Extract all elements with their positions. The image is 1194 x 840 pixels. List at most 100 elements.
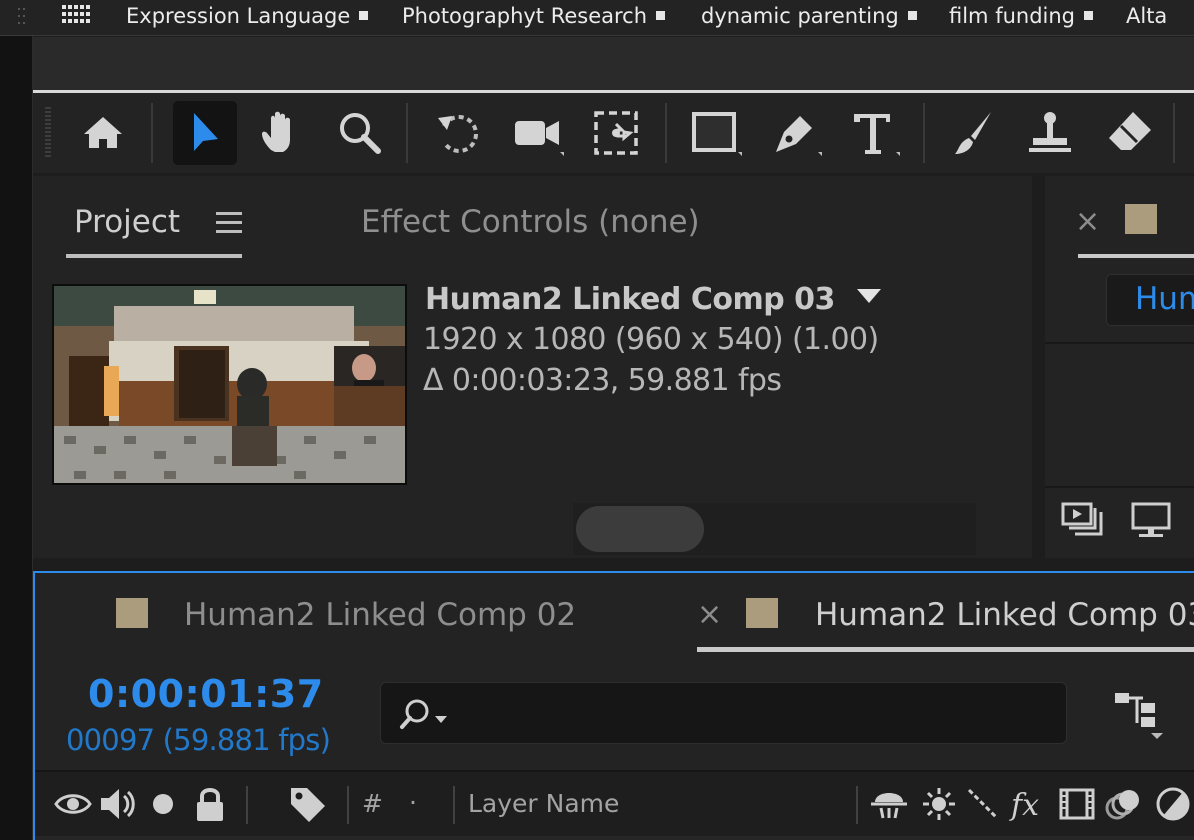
app-title-bar — [33, 37, 1194, 90]
type-tool[interactable] — [841, 101, 905, 165]
tab-project[interactable]: Project — [74, 202, 180, 242]
composition-icon — [1125, 204, 1157, 234]
column-number: # — [362, 789, 383, 818]
comp-thumbnail-image — [54, 286, 405, 483]
chevron-down-icon — [856, 289, 881, 303]
zoom-tool[interactable] — [328, 101, 392, 165]
column-divider — [347, 786, 349, 824]
panel-menu-icon[interactable] — [216, 212, 242, 234]
pen-tool[interactable] — [763, 101, 827, 165]
close-tab-button[interactable]: × — [697, 597, 722, 632]
comp-duration: Δ 0:00:03:23, 59.881 fps — [423, 363, 782, 398]
brush-tool[interactable] — [940, 101, 1004, 165]
eraser-tool[interactable] — [1098, 101, 1162, 165]
composition-viewer-panel: × Hum — [1045, 176, 1194, 558]
clone-stamp-tool[interactable] — [1018, 101, 1082, 165]
toolbar-divider — [665, 103, 667, 163]
shy-layer-icon[interactable] — [869, 784, 909, 824]
viewer-divider — [1045, 342, 1194, 344]
camera-tool[interactable] — [505, 101, 569, 165]
audio-speaker-icon[interactable] — [97, 784, 137, 824]
viewer-tab-underline — [1078, 254, 1194, 258]
column-dot: . — [409, 781, 417, 810]
rectangle-icon — [692, 112, 742, 156]
monitor-icon[interactable] — [1129, 498, 1173, 542]
clone-stamp-icon — [1029, 112, 1071, 152]
selection-arrow-icon — [194, 113, 218, 151]
hand-tool[interactable] — [248, 101, 312, 165]
bookmark-folder-icon — [1084, 11, 1094, 20]
bookmark-alta[interactable]: Alta — [1126, 2, 1167, 30]
viewer-divider — [1045, 486, 1194, 488]
comp-name: Human2 Linked Comp 03 — [425, 282, 835, 317]
bookmark-label: film funding — [949, 4, 1076, 28]
bookmark-expression-language[interactable]: Expression Language — [126, 2, 369, 30]
bookmark-folder-icon — [359, 11, 369, 20]
zoom-icon — [340, 113, 381, 154]
project-tab-underline — [66, 254, 242, 258]
timeline-panel: Human2 Linked Comp 02 × Human2 Linked Co… — [33, 571, 1194, 840]
bookmarks-bar: Expression Language Photographyt Researc… — [0, 0, 1194, 36]
tools-toolbar — [33, 93, 1194, 173]
selection-tool[interactable] — [173, 101, 237, 165]
column-layer-name[interactable]: Layer Name — [468, 784, 619, 824]
layer-row[interactable] — [35, 836, 1194, 840]
tab-human2-linked-comp-02[interactable]: Human2 Linked Comp 02 — [184, 595, 576, 635]
drag-handle-icon — [18, 6, 26, 30]
column-divider — [246, 786, 248, 824]
tab-effect-controls[interactable]: Effect Controls (none) — [361, 202, 700, 242]
search-icon — [400, 699, 447, 729]
toolbar-divider — [923, 103, 925, 163]
bookmark-label: Expression Language — [126, 4, 351, 28]
brush-icon — [955, 112, 991, 154]
quality-slash-icon[interactable] — [963, 784, 1003, 824]
toolbar-divider — [1173, 103, 1175, 163]
tab-human2-linked-comp-03[interactable]: Human2 Linked Comp 03 — [815, 595, 1194, 635]
rectangle-tool[interactable] — [683, 101, 747, 165]
project-panel: Project Effect Controls (none) Human2 Li… — [33, 176, 1032, 558]
lock-icon[interactable] — [190, 784, 230, 824]
collapse-sun-icon[interactable] — [919, 784, 959, 824]
bookmark-film-funding[interactable]: film funding — [949, 2, 1094, 30]
rotation-tool[interactable] — [425, 101, 489, 165]
composition-dropdown[interactable]: Hum — [1106, 274, 1194, 326]
home-tool[interactable] — [71, 101, 135, 165]
toolbar-grip-icon[interactable] — [45, 107, 51, 159]
comp-resolution: 1920 x 1080 (960 x 540) (1.00) — [423, 322, 879, 357]
frame-count-display: 00097 (59.881 fps) — [66, 723, 331, 757]
rotate-icon — [438, 115, 478, 153]
left-side-strip — [0, 36, 33, 840]
toolbar-divider — [406, 103, 408, 163]
motion-blur-icon[interactable] — [1103, 784, 1143, 824]
apps-grid-icon[interactable] — [62, 5, 92, 31]
adjustment-layer-icon[interactable] — [1153, 784, 1193, 824]
composition-flowchart-icon[interactable] — [1113, 689, 1169, 739]
label-tag-icon[interactable] — [287, 784, 327, 824]
effects-fx-icon[interactable]: fx — [1009, 784, 1049, 824]
comp-title[interactable]: Human2 Linked Comp 03 — [425, 280, 881, 320]
bookmark-folder-icon — [907, 11, 917, 20]
layer-search-input[interactable] — [380, 682, 1067, 744]
pen-icon — [776, 116, 822, 156]
type-icon — [854, 114, 900, 156]
home-icon — [84, 117, 122, 148]
layer-column-header: # . Layer Name fx — [35, 770, 1194, 836]
project-scrollbar-thumb[interactable] — [576, 506, 704, 552]
pan-behind-tool[interactable] — [584, 101, 648, 165]
current-time-display[interactable]: 0:00:01:37 — [88, 671, 324, 717]
comp-thumbnail[interactable] — [52, 284, 407, 485]
bookmark-photography-research[interactable]: Photographyt Research — [402, 2, 666, 30]
eye-icon[interactable] — [53, 784, 93, 824]
composition-dropdown-label: Hum — [1135, 281, 1194, 317]
active-tab-underline — [697, 647, 1194, 652]
composition-icon — [116, 598, 148, 628]
bookmark-dynamic-parenting[interactable]: dynamic parenting — [701, 2, 917, 30]
close-tab-button[interactable]: × — [1075, 204, 1100, 239]
preview-frames-icon[interactable] — [1061, 498, 1105, 542]
bookmark-label: dynamic parenting — [701, 4, 899, 28]
bookmark-label: Alta — [1126, 4, 1168, 28]
solo-dot-icon[interactable] — [143, 784, 183, 824]
pan-behind-icon — [594, 111, 638, 155]
frame-blending-icon[interactable] — [1057, 784, 1097, 824]
column-divider — [453, 786, 455, 824]
